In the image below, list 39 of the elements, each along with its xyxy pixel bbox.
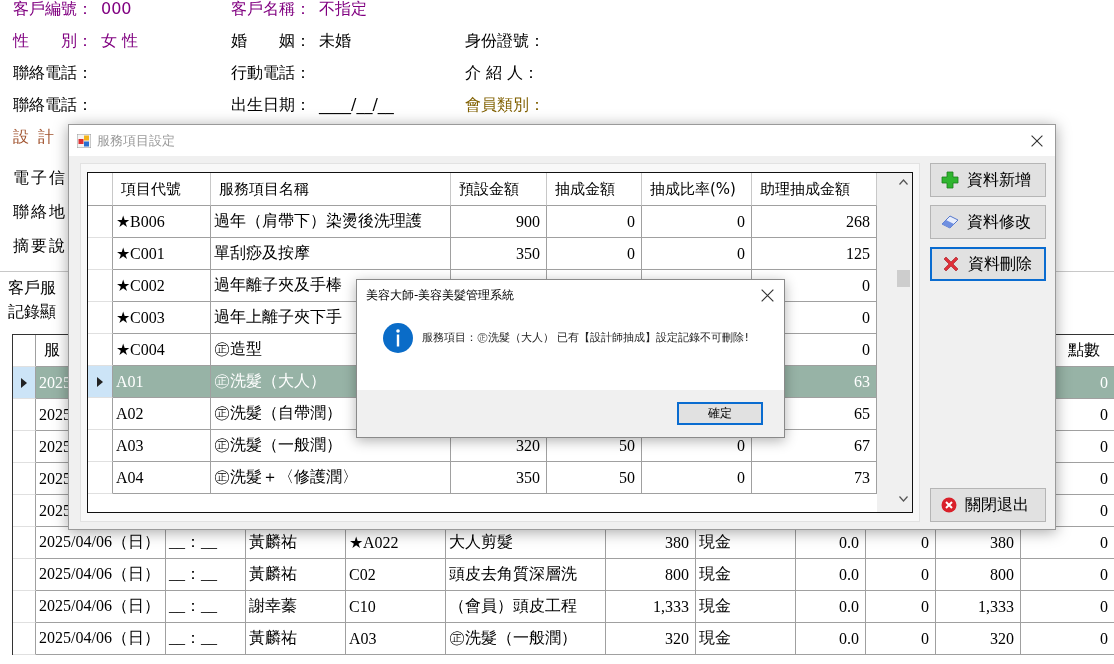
field-label: 聯絡地: [13, 203, 67, 221]
table-cell: ㊣洗髮＋〈修護潤〉: [211, 462, 451, 494]
table-cell: A03: [346, 623, 446, 655]
table-cell: A04: [113, 462, 211, 494]
table-cell: 0: [866, 623, 936, 655]
table-cell: 350: [451, 462, 547, 494]
field-label: 性 別：: [13, 32, 93, 50]
field-value: ____/__/__: [319, 96, 394, 114]
table-cell: __：__: [166, 623, 246, 655]
field-value: 不指定: [319, 0, 367, 18]
field-label: 聯絡電話：: [13, 96, 93, 114]
table-cell: 0.0: [796, 623, 866, 655]
table-cell: 50: [547, 462, 642, 494]
field-label: 聯絡電話：: [13, 64, 93, 82]
field-value: 000: [101, 0, 132, 18]
table-cell: 320: [606, 623, 696, 655]
field-label: 婚 姻：: [231, 32, 311, 50]
field-value: 女 性: [101, 32, 139, 50]
field-label: 摘要說: [13, 237, 67, 255]
table-cell: 現金: [696, 623, 796, 655]
field-value: 未婚: [319, 32, 351, 50]
table-cell: 0: [1021, 623, 1114, 655]
field-label: 出生日期：: [231, 96, 311, 114]
table-cell: 320: [936, 623, 1021, 655]
table-cell: 黃麟祐: [246, 623, 346, 655]
table-cell: 0: [642, 462, 752, 494]
field-label: 行動電話：: [231, 64, 311, 82]
field-label: 身份證號：: [465, 32, 545, 50]
field-label: 電子信: [13, 169, 67, 187]
table-cell: ㊣洗髮（一般潤）: [446, 623, 606, 655]
section-label: 客戶服: [8, 279, 56, 297]
table-cell: 2025/04/06（日）: [36, 623, 166, 655]
window-title: 服務項目設定: [97, 131, 176, 150]
field-label: 介 紹 人：: [465, 64, 540, 82]
section-label: 記錄顯: [8, 303, 56, 321]
field-label: 會員類別：: [465, 96, 545, 114]
field-label: 客戶編號：: [13, 0, 93, 18]
field-label: 客戶名稱：: [231, 0, 311, 18]
field-label: 設 計: [13, 128, 57, 146]
